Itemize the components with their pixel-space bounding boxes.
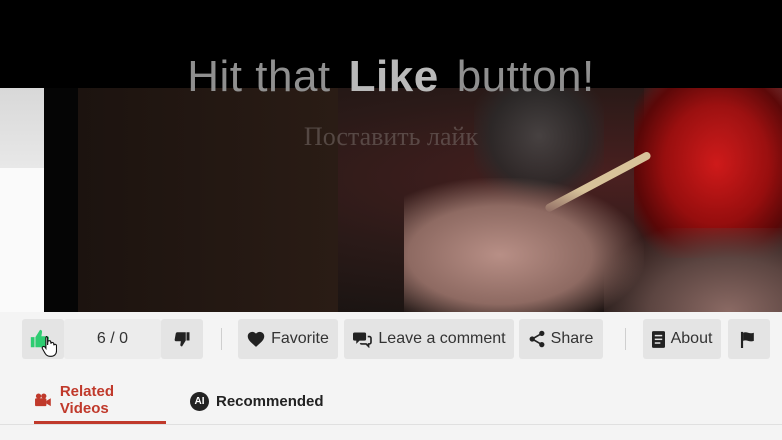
overlay-title-left: Hit that: [187, 52, 331, 101]
leave-comment-button[interactable]: Leave a comment: [344, 319, 514, 359]
toolbar-divider: [625, 328, 626, 350]
share-label: Share: [550, 330, 594, 347]
tab-related-label: Related Videos: [59, 382, 114, 417]
video-hand: [404, 178, 644, 312]
cursor-hand-icon: [41, 335, 57, 357]
vote-count: 6 / 0: [64, 319, 161, 359]
comment-icon: [353, 332, 373, 348]
about-label: About: [670, 330, 713, 347]
dislike-button[interactable]: [161, 319, 203, 359]
video-overlay-subtitle: Поставить лайк: [303, 122, 479, 151]
left-panel-lower: [0, 168, 44, 312]
document-icon: [651, 330, 665, 348]
leave-comment-label: Leave a comment: [378, 330, 506, 347]
overlay-title-bold: Like: [348, 52, 439, 101]
tab-recommended-label: Recommended: [216, 392, 324, 410]
report-button[interactable]: [728, 319, 770, 359]
thumbs-down-icon: [174, 332, 190, 347]
heart-icon: [247, 331, 265, 347]
favorite-button[interactable]: Favorite: [238, 319, 338, 359]
about-button[interactable]: About: [643, 319, 721, 359]
tab-related-videos[interactable]: Related Videos: [34, 378, 166, 424]
tabs-underline: [0, 424, 782, 425]
video-camera-icon: [35, 392, 51, 406]
vote-count-text: 6 / 0: [96, 330, 129, 347]
favorite-label: Favorite: [271, 330, 329, 347]
flag-icon: [740, 331, 754, 348]
ai-badge-icon: AI: [190, 391, 209, 411]
share-icon: [529, 330, 545, 348]
video-tabs: Related Videos AI Recommended: [0, 378, 782, 440]
toolbar-divider: [221, 328, 222, 350]
like-button[interactable]: [22, 319, 64, 359]
overlay-title-right: button!: [456, 52, 595, 101]
share-button[interactable]: Share: [519, 319, 603, 359]
tab-recommended[interactable]: AI Recommended: [190, 378, 324, 424]
video-overlay-title: Hit that Like button!: [0, 52, 782, 102]
